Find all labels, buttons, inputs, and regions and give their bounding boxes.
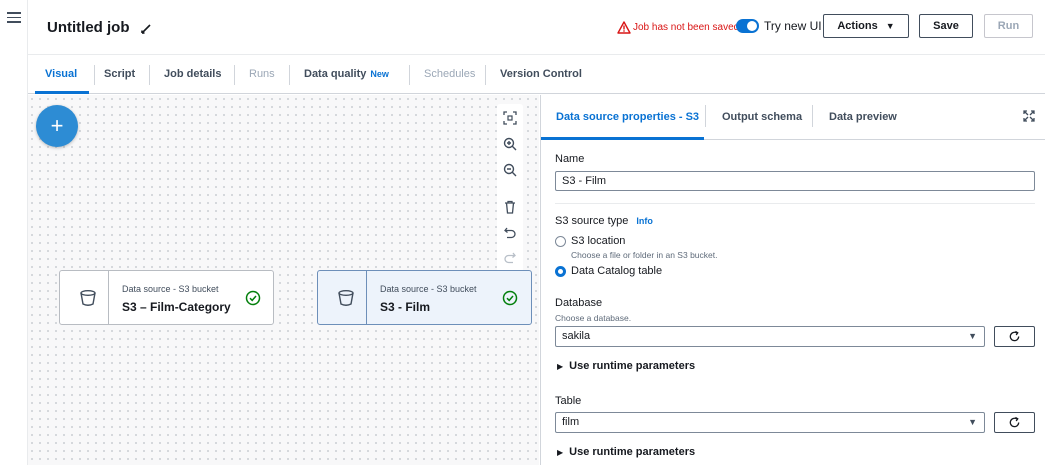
runtime-params-expander-table[interactable]: ▶ Use runtime parameters [557, 446, 695, 458]
tab-data-source-properties[interactable]: Data source properties - S3 [556, 111, 699, 123]
radio-s3-location-description: Choose a file or folder in an S3 bucket. [571, 250, 718, 260]
caret-right-icon: ▶ [557, 362, 564, 371]
refresh-icon [1009, 416, 1020, 428]
tab-schedules[interactable]: Schedules [424, 68, 475, 80]
node-type: Data source - S3 bucket [380, 284, 477, 294]
zoom-out-icon[interactable] [502, 162, 518, 178]
node-name: S3 - Film [380, 300, 431, 314]
refresh-icon [1009, 330, 1020, 342]
redo-icon[interactable] [502, 250, 518, 266]
bucket-icon [80, 290, 96, 306]
table-label: Table [555, 395, 582, 407]
radio-data-catalog-label: Data Catalog table [571, 265, 663, 277]
left-rail [0, 0, 28, 465]
active-tab-indicator [35, 91, 89, 94]
tab-data-preview[interactable]: Data preview [829, 111, 897, 123]
node-divider [366, 271, 367, 324]
tab-data-quality[interactable]: Data quality New [304, 68, 389, 80]
node-divider [108, 271, 109, 324]
warning-icon [617, 21, 631, 34]
menu-icon[interactable] [7, 12, 21, 23]
tab-divider [705, 105, 706, 127]
properties-panel: Data source properties - S3 Output schem… [540, 95, 1045, 465]
bucket-icon [338, 290, 354, 306]
run-button[interactable]: Run [984, 14, 1033, 38]
try-new-ui-toggle[interactable] [736, 19, 759, 33]
radio-s3-location-label: S3 location [571, 235, 626, 247]
tab-divider [485, 65, 486, 85]
job-title: Untitled job [47, 19, 130, 36]
tab-divider [234, 65, 235, 85]
zoom-in-icon[interactable] [502, 136, 518, 152]
caret-right-icon: ▶ [557, 448, 564, 457]
job-tabs: Visual Script Job details Runs Data qual… [28, 56, 1045, 94]
tab-divider [149, 65, 150, 85]
tab-data-quality-label: Data quality [304, 68, 367, 80]
database-select-value: sakila [562, 330, 591, 342]
panel-tabs: Data source properties - S3 Output schem… [541, 95, 1045, 140]
undo-icon[interactable] [502, 225, 518, 241]
success-check-icon [245, 290, 261, 306]
toggle-label: Try new UI [764, 19, 822, 33]
actions-label: Actions [837, 20, 878, 32]
source-type-label: S3 source type Info [555, 215, 653, 227]
radio-data-catalog[interactable] [555, 266, 566, 277]
table-select[interactable]: film ▼ [555, 412, 985, 433]
name-input[interactable]: S3 - Film [555, 171, 1035, 191]
actions-button[interactable]: Actions ▼ [823, 14, 909, 38]
info-link[interactable]: Info [636, 216, 653, 226]
refresh-table-button[interactable] [994, 412, 1035, 433]
success-check-icon [502, 290, 518, 306]
canvas-node-film-category[interactable]: Data source - S3 bucket S3 – Film-Catego… [59, 270, 274, 325]
table-select-value: film [562, 416, 580, 428]
runtime-params-expander-database[interactable]: ▶ Use runtime parameters [557, 360, 695, 372]
visual-canvas[interactable]: + Data source - S3 bucket S3 – Film-Cate… [28, 95, 539, 465]
database-description: Choose a database. [555, 313, 632, 323]
tab-visual[interactable]: Visual [45, 68, 77, 80]
add-node-button[interactable]: + [36, 105, 78, 147]
unsaved-warning: Job has not been saved [633, 22, 740, 33]
fit-to-screen-icon[interactable] [502, 110, 518, 126]
node-type: Data source - S3 bucket [122, 284, 219, 294]
caret-down-icon: ▼ [968, 417, 977, 427]
tab-job-details[interactable]: Job details [164, 68, 221, 80]
tab-divider [94, 65, 95, 85]
new-badge: New [370, 69, 389, 79]
refresh-database-button[interactable] [994, 326, 1035, 347]
tab-divider [289, 65, 290, 85]
edit-icon[interactable] [139, 20, 155, 36]
canvas-toolbar [497, 104, 523, 272]
tab-runs[interactable]: Runs [249, 68, 275, 80]
header: Untitled job Job has not been saved Try … [28, 0, 1045, 55]
database-select[interactable]: sakila ▼ [555, 326, 985, 347]
canvas-node-film[interactable]: Data source - S3 bucket S3 - Film [317, 270, 532, 325]
name-label: Name [555, 153, 585, 165]
caret-down-icon: ▼ [885, 21, 895, 31]
node-name: S3 – Film-Category [122, 300, 231, 314]
expand-icon[interactable] [1022, 109, 1036, 123]
save-button[interactable]: Save [919, 14, 973, 38]
tab-output-schema[interactable]: Output schema [722, 111, 802, 123]
tab-divider [812, 105, 813, 127]
caret-down-icon: ▼ [968, 331, 977, 341]
section-divider [555, 203, 1035, 204]
database-label: Database [555, 297, 603, 309]
radio-s3-location[interactable] [555, 236, 566, 247]
runtime-params-label: Use runtime parameters [569, 360, 696, 372]
runtime-params-label: Use runtime parameters [569, 446, 696, 458]
source-type-label-text: S3 source type [555, 215, 629, 227]
active-panel-tab-indicator [541, 137, 704, 140]
tab-divider [409, 65, 410, 85]
tab-script[interactable]: Script [104, 68, 135, 80]
tab-version-control[interactable]: Version Control [500, 68, 582, 80]
delete-icon[interactable] [502, 199, 518, 215]
